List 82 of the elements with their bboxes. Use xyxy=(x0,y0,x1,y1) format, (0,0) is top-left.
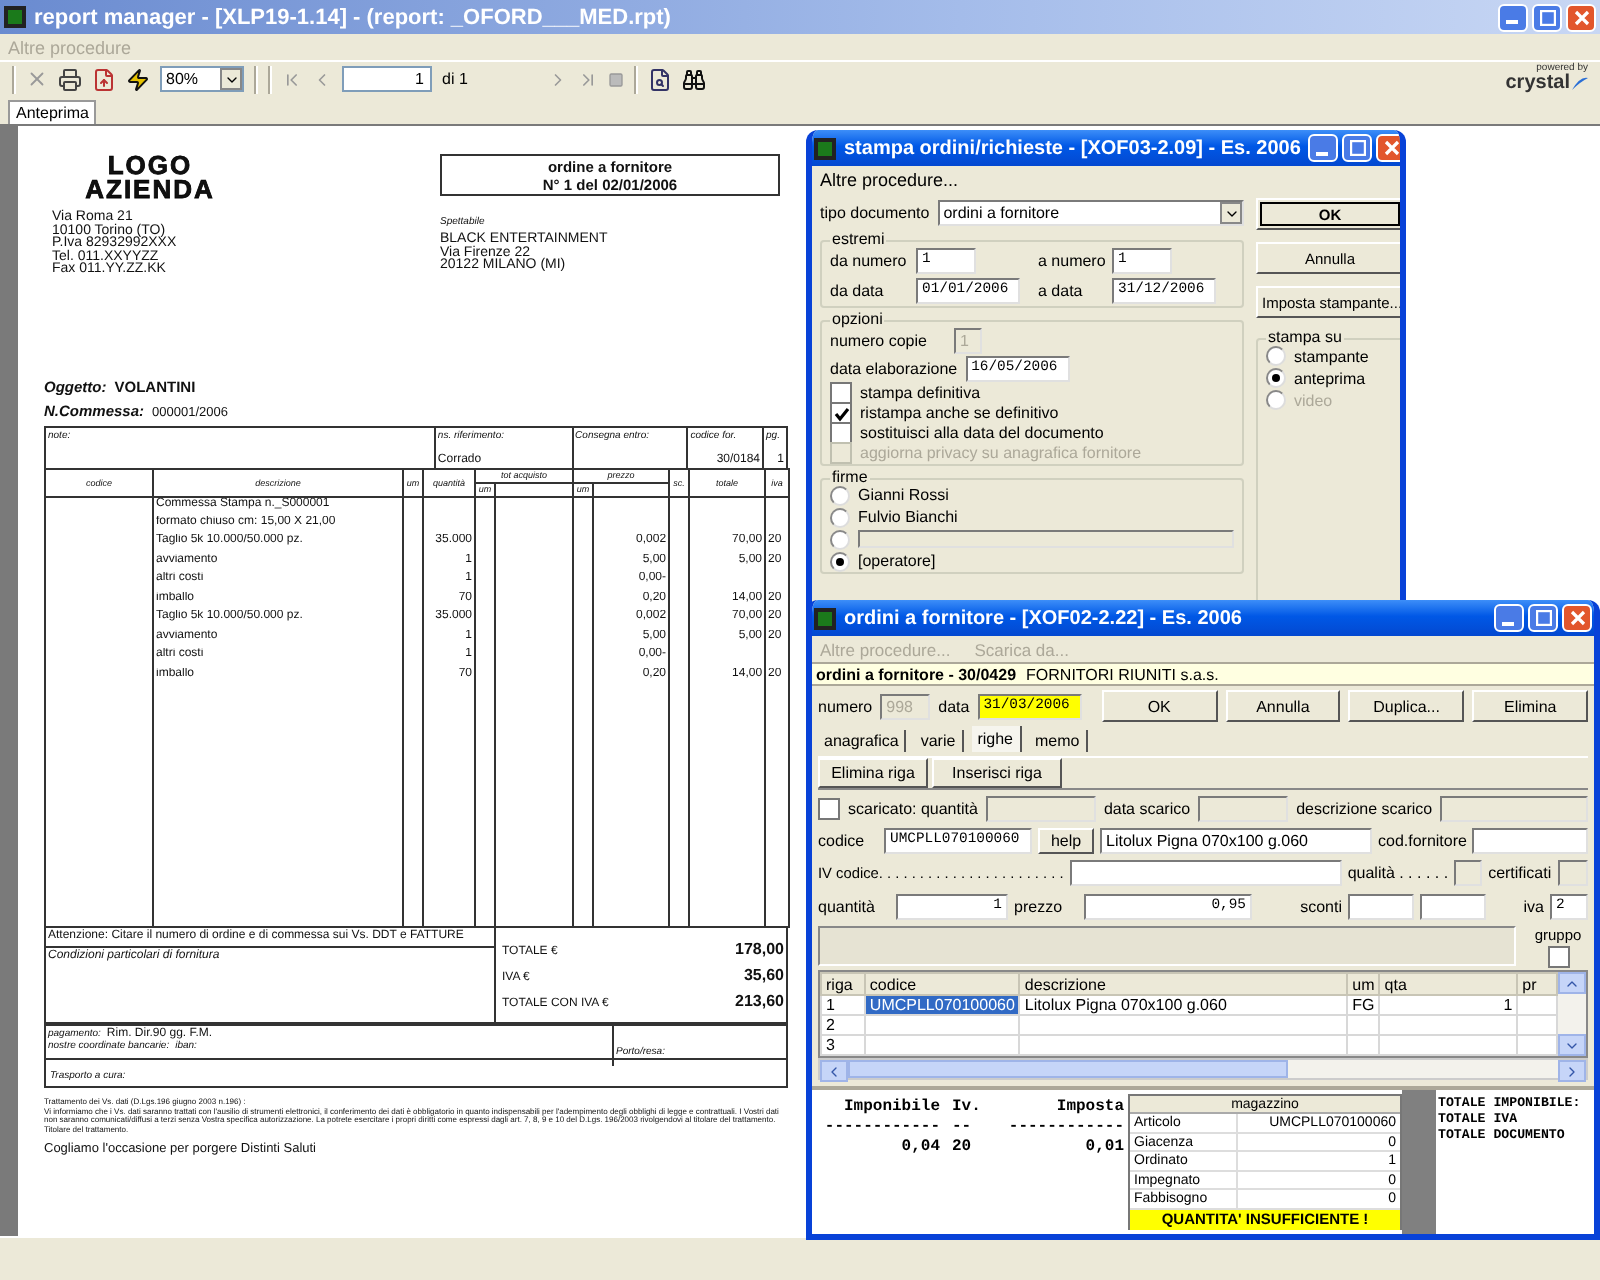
group-title: stampa su xyxy=(1266,330,1344,346)
field-label: quantità xyxy=(818,897,877,915)
help-button[interactable]: help xyxy=(1038,827,1094,853)
total-value: 213,60 xyxy=(735,991,784,1010)
field-label: da data xyxy=(830,282,886,300)
summary-value: 0,01 xyxy=(1083,1138,1124,1156)
column-header[interactable]: qta xyxy=(1379,973,1518,995)
dialog-button[interactable]: Elimina riga xyxy=(818,757,928,787)
checkbox-label: ristampa anche se definitivo xyxy=(860,404,1059,422)
group-title: firme xyxy=(830,470,870,486)
tab[interactable]: Anteprima xyxy=(8,100,97,124)
field-label: tipo documento xyxy=(820,204,930,222)
document-type-dropdown[interactable]: ordini a fornitore xyxy=(937,200,1244,226)
summary-value: 0,04 xyxy=(899,1138,940,1156)
tab[interactable]: righe xyxy=(971,726,1021,752)
field-label: qualità . . . . . . xyxy=(1347,863,1449,881)
column-header[interactable]: descrizione xyxy=(1019,973,1348,995)
checkbox-label: aggiorna privacy su anagrafica fornitore xyxy=(860,444,1142,462)
field-label: data xyxy=(938,697,970,715)
window-title: ordini a fornitore - [XOF02-2.22] - Es. 2006 xyxy=(844,607,1244,629)
field-label: certificati xyxy=(1488,863,1552,881)
dialog-button[interactable]: Elimina xyxy=(1472,690,1589,722)
tab[interactable]: varie xyxy=(914,730,964,752)
table-cell[interactable]: 1 xyxy=(821,995,865,1015)
order-title: ordini a fornitore - 30/0429 xyxy=(816,665,1017,683)
field-label: cod.fornitore xyxy=(1378,831,1467,849)
column-header[interactable]: pr xyxy=(1517,973,1557,995)
field-label: descrizione scarico xyxy=(1296,799,1433,817)
dialog-button[interactable]: Inserisci riga xyxy=(932,757,1062,787)
radio-label: [operatore] xyxy=(858,552,936,570)
input-field[interactable]: Litolux Pigna 070x100 g.060 xyxy=(1100,827,1372,853)
logo-text: AZIENDA xyxy=(85,178,215,202)
radio-label: Fulvio Bianchi xyxy=(858,508,958,526)
group-title: estremi xyxy=(830,232,887,248)
field-label: data elaborazione xyxy=(830,360,958,378)
field-label: a numero xyxy=(1038,252,1106,270)
logo-text: LOGO xyxy=(107,154,193,178)
checkbox-label: scaricato: quantità xyxy=(848,799,978,817)
input-field: 998 xyxy=(880,693,931,719)
dialog-button[interactable]: OK xyxy=(1101,690,1218,722)
dialog-button[interactable]: Annulla xyxy=(1225,690,1341,722)
window-title: stampa ordini/richieste - [XOF03-2.09] - Es. 2006 xyxy=(844,137,1301,159)
dialog-button[interactable]: Duplica... xyxy=(1348,690,1465,722)
field-label: data scarico xyxy=(1103,799,1191,817)
brand-name: crystal xyxy=(1505,74,1570,94)
column-header: Imposta xyxy=(1054,1098,1124,1116)
column-header: Iv. xyxy=(952,1098,983,1116)
page-field[interactable]: 1 xyxy=(342,66,432,92)
column-header: Imponibile xyxy=(841,1098,940,1116)
field-label: numero copie xyxy=(830,332,929,350)
total-value: 178,00 xyxy=(735,939,784,958)
checkbox-label: sostituisci alla data del documento xyxy=(860,424,1104,442)
tab[interactable]: anagrafica xyxy=(818,730,907,752)
table-cell[interactable]: 3 xyxy=(821,1035,865,1055)
checkbox-label: stampa definitiva xyxy=(860,384,981,402)
dash-line: ------------ xyxy=(1006,1118,1124,1136)
total-value: 35,60 xyxy=(743,965,784,984)
dash-line: ------------ xyxy=(822,1118,940,1136)
input-field: 1 xyxy=(954,328,982,354)
summary-value: 20 xyxy=(952,1138,974,1156)
supplier-name: FORNITORI RIUNITI s.a.s. xyxy=(1026,665,1219,683)
field-label: numero xyxy=(818,697,873,715)
radio-label: video xyxy=(1294,391,1333,409)
column-header[interactable]: um xyxy=(1347,973,1380,995)
field-label: da numero xyxy=(830,252,909,270)
table-cell[interactable]: 2 xyxy=(821,1015,865,1035)
column-header[interactable]: codice xyxy=(864,973,1020,995)
radio-label: stampante xyxy=(1294,347,1369,365)
radio-label: Gianni Rossi xyxy=(858,486,949,504)
window-title: report manager - [XLP19-1.14] - (report: _OFORD___MED.rpt) xyxy=(34,5,673,29)
menu-item[interactable]: Altre procedure... xyxy=(820,169,959,189)
field-label: sconti xyxy=(1298,897,1342,915)
page-count: di 1 xyxy=(442,70,468,88)
group-title: opzioni xyxy=(830,312,885,328)
field-label: codice xyxy=(818,831,867,849)
radio-label: anteprima xyxy=(1294,369,1366,387)
dash-line: -- xyxy=(952,1118,974,1136)
field-label: a data xyxy=(1038,282,1085,300)
zoom-dropdown[interactable]: 80% xyxy=(160,66,244,92)
field-label: prezzo xyxy=(1014,897,1065,915)
column-header[interactable]: riga xyxy=(821,973,865,995)
field-label: iva xyxy=(1521,897,1544,915)
